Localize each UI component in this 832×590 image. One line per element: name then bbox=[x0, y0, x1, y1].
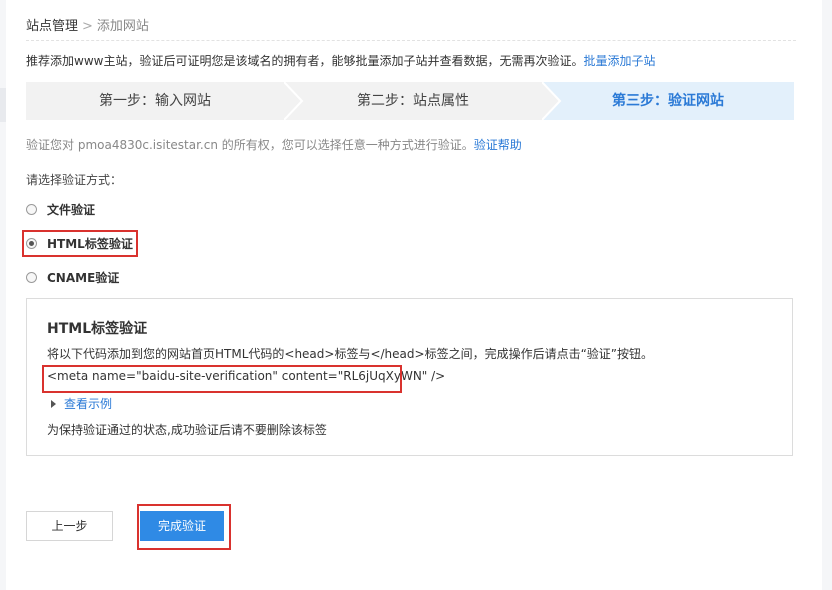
method-cname-label: CNAME验证 bbox=[47, 270, 120, 285]
view-example-label: 查看示例 bbox=[64, 397, 113, 411]
breadcrumb-separator: > bbox=[82, 19, 93, 34]
left-sidebar-strip bbox=[0, 0, 6, 590]
step-2: 第二步：站点属性 bbox=[357, 93, 469, 109]
radio-cname[interactable] bbox=[26, 271, 37, 283]
panel-title: HTML标签验证 bbox=[47, 321, 148, 337]
intro-text: 推荐添加www主站，验证后可证明您是该域名的拥有者，能够批量添加子站并查看数据，… bbox=[26, 52, 655, 69]
method-file-option[interactable]: 文件验证 bbox=[26, 200, 95, 218]
verify-help-link[interactable]: 验证帮助 bbox=[474, 138, 522, 152]
step-divider-chevron bbox=[284, 82, 304, 120]
step-1: 第一步：输入网站 bbox=[99, 93, 211, 109]
view-example-link[interactable]: 查看示例 bbox=[51, 395, 112, 412]
breadcrumb-current: 添加网站 bbox=[96, 19, 149, 34]
highlight-box-html-option bbox=[22, 230, 138, 257]
sidebar-marker bbox=[0, 88, 6, 122]
breadcrumb-root[interactable]: 站点管理 bbox=[26, 19, 78, 34]
caret-right-icon bbox=[51, 399, 56, 408]
verify-domain: pmoa4830c.isitestar.cn bbox=[77, 138, 218, 152]
breadcrumb: 站点管理 > 添加网站 bbox=[26, 15, 149, 34]
verify-suffix: 的所有权，您可以选择任意一种方式进行验证。 bbox=[217, 138, 474, 152]
choose-method-label: 请选择验证方式： bbox=[26, 173, 123, 187]
intro-message: 推荐添加www主站，验证后可证明您是该域名的拥有者，能够批量添加子站并查看数据，… bbox=[26, 54, 584, 68]
panel-instruction: 将以下代码添加到您的网站首页HTML代码的<head>标签与</head>标签之… bbox=[47, 347, 654, 361]
prev-step-button[interactable]: 上一步 bbox=[26, 511, 113, 541]
verify-prefix: 验证您对 bbox=[26, 138, 78, 152]
highlight-box-meta-tag bbox=[42, 365, 402, 393]
divider bbox=[26, 40, 796, 41]
step-3-active: 第三步：验证网站 bbox=[542, 82, 794, 120]
verify-description: 验证您对 pmoa4830c.isitestar.cn 的所有权，您可以选择任意… bbox=[26, 136, 522, 153]
method-cname-option[interactable]: CNAME验证 bbox=[26, 268, 119, 286]
radio-file[interactable] bbox=[26, 203, 37, 215]
right-scroll-strip bbox=[822, 0, 832, 590]
highlight-box-complete-button bbox=[137, 504, 231, 550]
panel-note: 为保持验证通过的状态,成功验证后请不要删除该标签 bbox=[47, 423, 327, 437]
step-divider-chevron bbox=[542, 82, 562, 120]
method-file-label: 文件验证 bbox=[47, 202, 96, 217]
step-progress: 第一步：输入网站 第二步：站点属性 第三步：验证网站 bbox=[26, 82, 794, 120]
batch-add-subsite-link[interactable]: 批量添加子站 bbox=[583, 54, 655, 68]
